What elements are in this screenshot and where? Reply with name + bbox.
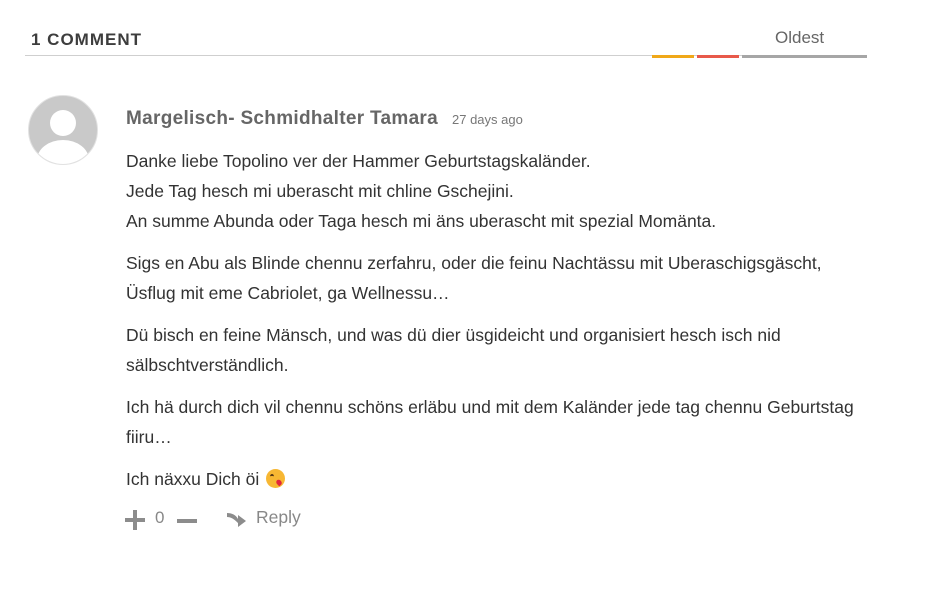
avatar-head-icon [50,110,76,136]
comment-count: 1 COMMENT [31,30,142,49]
comment-timestamp[interactable]: 27 days ago [452,112,523,127]
comment-paragraph: Sigs en Abu als Blinde chennu zerfahru, … [126,253,822,303]
upvote-icon[interactable] [124,509,146,531]
sort-tab-active-indicator [742,55,867,58]
comments-header: 1 COMMENT Oldest [25,24,867,58]
sort-tab-oldest[interactable]: Oldest [742,24,867,58]
reply-arrow-icon [227,513,246,527]
comment-line: Jede Tag hesch mi uberascht mit chline G… [126,181,514,201]
comments-section: 1 COMMENT Oldest Margelisch- Schmidhalte… [0,0,930,606]
sort-tab-accent-yellow[interactable] [652,55,694,58]
comment-last-line: Ich näxxu Dich öi [126,469,260,489]
sort-tab-oldest-label: Oldest [775,28,825,47]
kissing-face-heart-emoji-icon [266,469,286,488]
header-divider [25,55,867,56]
downvote-icon[interactable] [176,509,198,531]
avatar [28,95,98,165]
comment-line: Danke liebe Topolino ver der Hammer Gebu… [126,151,591,171]
comment-meta: Margelisch- Schmidhalter Tamara 27 days a… [126,108,523,130]
comment-author: Margelisch- Schmidhalter Tamara [126,108,438,129]
avatar-body-icon [37,140,89,164]
comment-paragraph: Ich näxxu Dich öi [126,464,866,494]
vote-count: 0 [155,508,165,527]
comment-line: An summe Abunda oder Taga hesch mi äns u… [126,211,717,231]
sort-tab-accent-red[interactable] [697,55,739,58]
comment-paragraph: Dü bisch en feine Mänsch, und was dü die… [126,325,781,375]
reply-label: Reply [256,507,301,527]
comment-paragraph: Ich hä durch dich vil chennu schöns erlä… [126,397,854,447]
comment-paragraph: Danke liebe Topolino ver der Hammer Gebu… [126,146,866,236]
comment-actions: 0 Reply [124,506,324,532]
comment-body: Danke liebe Topolino ver der Hammer Gebu… [126,146,866,506]
